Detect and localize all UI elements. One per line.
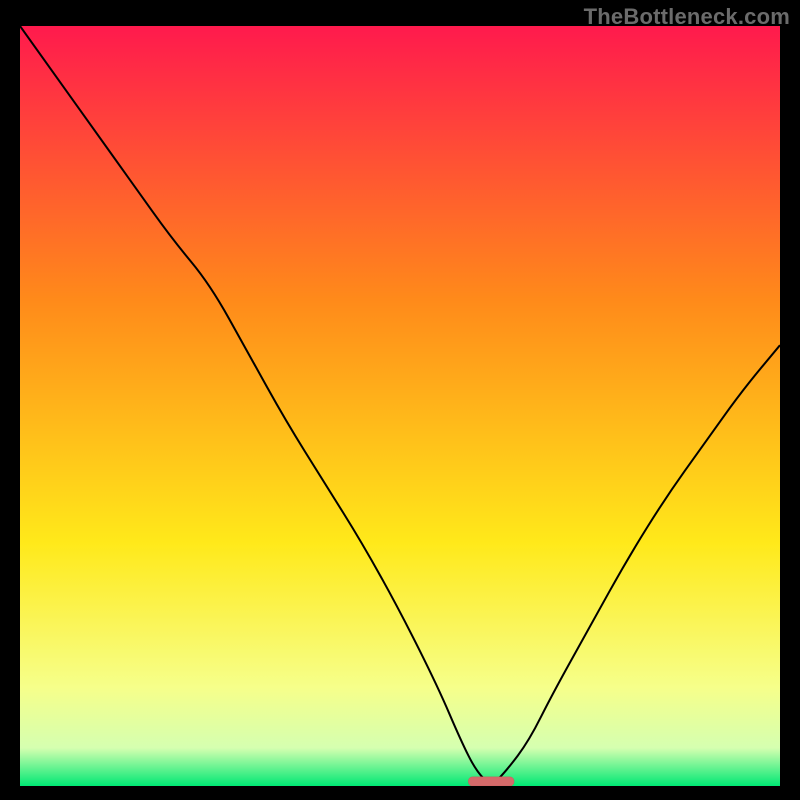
minimum-marker [468,777,514,786]
chart-frame: TheBottleneck.com [0,0,800,800]
chart-svg [20,26,780,786]
gradient-background [20,26,780,786]
plot-area [20,26,780,786]
